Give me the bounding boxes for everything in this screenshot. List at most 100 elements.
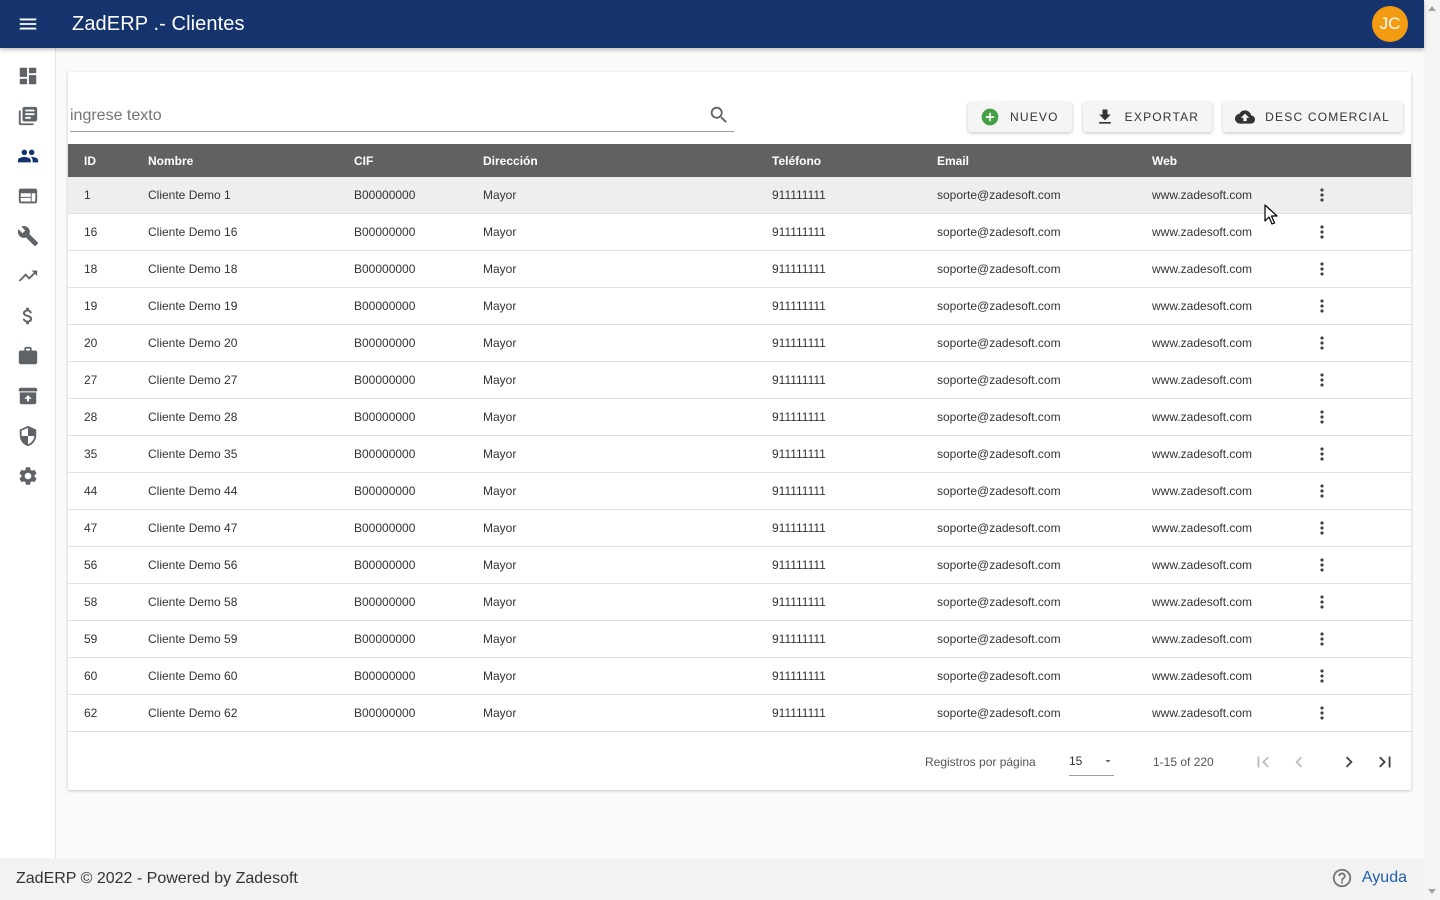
column-header-id[interactable]: ID	[68, 154, 148, 168]
table-row[interactable]: 35 Cliente Demo 35 B00000000 Mayor 911111111…	[68, 436, 1411, 473]
sidebar-item-finance[interactable]	[0, 296, 56, 336]
sidebar-item-dashboard[interactable]	[0, 56, 56, 96]
table-row[interactable]: 18 Cliente Demo 18 B00000000 Mayor 911111111…	[68, 251, 1411, 288]
table-row[interactable]: 27 Cliente Demo 27 B00000000 Mayor 911111111…	[68, 362, 1411, 399]
row-actions-button[interactable]	[1302, 185, 1342, 205]
sidebar-item-archive[interactable]	[0, 376, 56, 416]
row-actions-button[interactable]	[1302, 407, 1342, 427]
footer-copyright: ZadERP © 2022 - Powered by Zadesoft	[16, 870, 298, 887]
cell-web: www.zadesoft.com	[1152, 558, 1253, 572]
table-row[interactable]: 19 Cliente Demo 19 B00000000 Mayor 911111111…	[68, 288, 1411, 325]
cell-cif: B00000000	[354, 299, 416, 313]
cell-cif: B00000000	[354, 632, 416, 646]
table-row[interactable]: 59 Cliente Demo 59 B00000000 Mayor 911111111…	[68, 621, 1411, 658]
scroll-down-icon[interactable]	[1428, 889, 1436, 894]
table-row[interactable]: 47 Cliente Demo 47 B00000000 Mayor 911111111…	[68, 510, 1411, 547]
cell-direccion: Mayor	[483, 632, 517, 646]
cell-direccion: Mayor	[483, 521, 517, 535]
cell-cif: B00000000	[354, 225, 416, 239]
table-row[interactable]: 16 Cliente Demo 16 B00000000 Mayor 911111111…	[68, 214, 1411, 251]
cell-telefono: 911111111	[772, 521, 826, 535]
cell-web: www.zadesoft.com	[1152, 595, 1253, 609]
table-row[interactable]: 28 Cliente Demo 28 B00000000 Mayor 911111111…	[68, 399, 1411, 436]
cell-id: 58	[84, 595, 98, 609]
sidebar-item-settings[interactable]	[0, 456, 56, 496]
cell-direccion: Mayor	[483, 595, 517, 609]
row-actions-button[interactable]	[1302, 555, 1342, 575]
cell-web: www.zadesoft.com	[1152, 521, 1253, 535]
download-icon	[1098, 109, 1111, 124]
table-body: 1 Cliente Demo 1 B00000000 Mayor 911111111 so…	[68, 177, 1411, 732]
cell-cif: B00000000	[354, 595, 416, 609]
row-actions-button[interactable]	[1302, 333, 1342, 353]
cell-direccion: Mayor	[483, 225, 517, 239]
scroll-up-icon[interactable]	[1428, 6, 1436, 11]
row-actions-button[interactable]	[1302, 296, 1342, 316]
chevron-left-icon	[1295, 756, 1303, 767]
cell-email: soporte@zadesoft.com	[937, 632, 1061, 646]
column-header-web[interactable]: Web	[1152, 154, 1302, 168]
cell-direccion: Mayor	[483, 447, 517, 461]
sidebar-item-library[interactable]	[0, 96, 56, 136]
next-page-button[interactable]	[1337, 750, 1361, 774]
first-page-button[interactable]	[1251, 750, 1275, 774]
column-header-direccion[interactable]: Dirección	[483, 154, 772, 168]
table-row[interactable]: 44 Cliente Demo 44 B00000000 Mayor 911111111…	[68, 473, 1411, 510]
row-actions-button[interactable]	[1302, 666, 1342, 686]
user-avatar[interactable]: JC	[1372, 6, 1408, 42]
sidebar-item-clients[interactable]	[0, 136, 56, 176]
cell-email: soporte@zadesoft.com	[937, 558, 1061, 572]
wrench-icon	[17, 226, 39, 247]
row-actions-button[interactable]	[1302, 222, 1342, 242]
table-row[interactable]: 20 Cliente Demo 20 B00000000 Mayor 911111111…	[68, 325, 1411, 362]
column-header-telefono[interactable]: Teléfono	[772, 154, 937, 168]
more-vert-icon	[1320, 595, 1324, 609]
search-icon[interactable]	[708, 104, 730, 126]
cell-email: soporte@zadesoft.com	[937, 373, 1061, 387]
cell-telefono: 911111111	[772, 188, 826, 202]
app-title: ZadERP .- Clientes	[72, 12, 245, 35]
cell-telefono: 911111111	[772, 632, 826, 646]
cell-email: soporte@zadesoft.com	[937, 706, 1061, 720]
help-link[interactable]: Ayuda	[1331, 867, 1407, 889]
menu-button[interactable]	[0, 0, 56, 48]
row-actions-button[interactable]	[1302, 370, 1342, 390]
row-actions-button[interactable]	[1302, 259, 1342, 279]
cell-web: www.zadesoft.com	[1152, 632, 1253, 646]
row-actions-button[interactable]	[1302, 481, 1342, 501]
cell-direccion: Mayor	[483, 484, 517, 498]
row-actions-button[interactable]	[1302, 629, 1342, 649]
table-row[interactable]: 58 Cliente Demo 58 B00000000 Mayor 911111111…	[68, 584, 1411, 621]
table-row[interactable]: 1 Cliente Demo 1 B00000000 Mayor 911111111 so…	[68, 177, 1411, 214]
cell-cif: B00000000	[354, 706, 416, 720]
table-row[interactable]: 56 Cliente Demo 56 B00000000 Mayor 911111111…	[68, 547, 1411, 584]
cell-nombre: Cliente Demo 35	[148, 447, 238, 461]
desc-comercial-button[interactable]: DESC COMERCIAL	[1223, 102, 1403, 132]
column-header-email[interactable]: Email	[937, 154, 1152, 168]
row-actions-button[interactable]	[1302, 518, 1342, 538]
row-actions-button[interactable]	[1302, 592, 1342, 612]
sidebar-item-business[interactable]	[0, 336, 56, 376]
per-page-select[interactable]: 15	[1069, 748, 1114, 776]
export-button[interactable]: EXPORTAR	[1082, 102, 1213, 132]
previous-page-button[interactable]	[1287, 750, 1311, 774]
page-scrollbar[interactable]	[1424, 0, 1440, 900]
new-button[interactable]: NUEVO	[967, 102, 1072, 132]
sidebar-item-security[interactable]	[0, 416, 56, 456]
row-actions-button[interactable]	[1302, 703, 1342, 723]
sidebar-item-trending[interactable]	[0, 256, 56, 296]
last-page-button[interactable]	[1373, 750, 1397, 774]
sidebar-item-web[interactable]	[0, 176, 56, 216]
cell-web: www.zadesoft.com	[1152, 447, 1253, 461]
cell-id: 16	[84, 225, 98, 239]
column-header-cif[interactable]: CIF	[354, 154, 483, 168]
cell-web: www.zadesoft.com	[1152, 336, 1253, 350]
sidebar-item-tools[interactable]	[0, 216, 56, 256]
table-row[interactable]: 60 Cliente Demo 60 B00000000 Mayor 911111111…	[68, 658, 1411, 695]
column-header-nombre[interactable]: Nombre	[148, 154, 354, 168]
clients-card: NUEVO EXPORTAR DESC COMERCIAL ID Nombre …	[68, 72, 1411, 790]
search-input[interactable]	[70, 100, 690, 131]
cell-email: soporte@zadesoft.com	[937, 410, 1061, 424]
row-actions-button[interactable]	[1302, 444, 1342, 464]
table-row[interactable]: 62 Cliente Demo 62 B00000000 Mayor 911111111…	[68, 695, 1411, 732]
